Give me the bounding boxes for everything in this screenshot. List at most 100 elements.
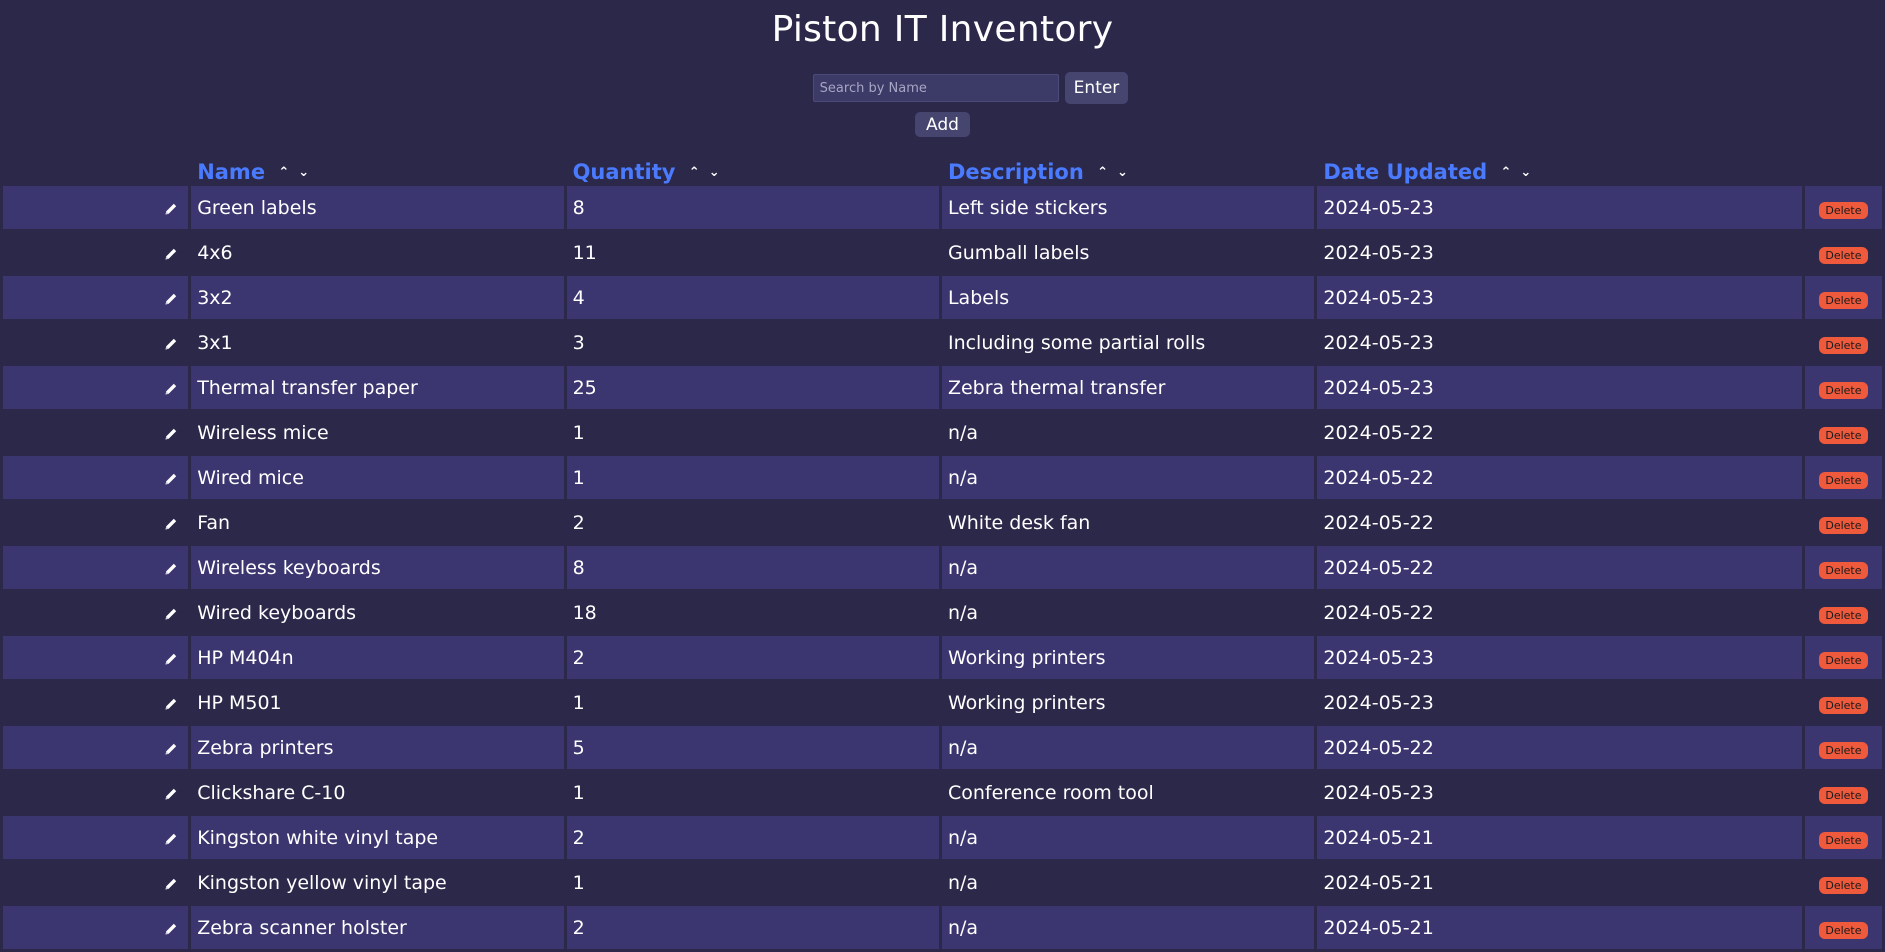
delete-cell: Delete bbox=[1805, 771, 1882, 814]
pencil-icon[interactable] bbox=[163, 200, 179, 216]
sort-ascending-icon[interactable]: ⌃ bbox=[1500, 165, 1511, 180]
search-input[interactable] bbox=[812, 74, 1059, 102]
edit-cell bbox=[3, 636, 189, 679]
pencil-icon[interactable] bbox=[163, 560, 179, 576]
pencil-icon[interactable] bbox=[163, 740, 179, 756]
name-cell: Green labels bbox=[191, 186, 564, 229]
date-cell: 2024-05-23 bbox=[1317, 186, 1802, 229]
quantity-cell: 4 bbox=[566, 276, 939, 319]
date-cell: 2024-05-21 bbox=[1317, 816, 1802, 859]
pencil-icon[interactable] bbox=[163, 920, 179, 936]
delete-button[interactable]: Delete bbox=[1819, 786, 1868, 804]
edit-cell bbox=[3, 546, 189, 589]
sort-ascending-icon[interactable]: ⌃ bbox=[278, 165, 289, 180]
pencil-icon[interactable] bbox=[163, 470, 179, 486]
description-cell: Gumball labels bbox=[947, 241, 1090, 264]
quantity-cell: 2 bbox=[566, 636, 939, 679]
sort-ascending-icon[interactable]: ⌃ bbox=[1097, 165, 1108, 180]
name-cell: Thermal transfer paper bbox=[191, 366, 564, 409]
column-header-label[interactable]: Quantity bbox=[573, 160, 676, 184]
edit-cell bbox=[3, 186, 189, 229]
delete-button[interactable]: Delete bbox=[1819, 201, 1868, 219]
date-cell: 2024-05-23 bbox=[1323, 691, 1434, 714]
description-cell: n/a bbox=[947, 421, 979, 444]
sort-descending-icon[interactable]: ⌄ bbox=[1117, 165, 1128, 180]
delete-button[interactable]: Delete bbox=[1819, 921, 1868, 939]
sort-descending-icon[interactable]: ⌄ bbox=[709, 165, 720, 180]
delete-button[interactable]: Delete bbox=[1819, 876, 1868, 894]
delete-button[interactable]: Delete bbox=[1819, 381, 1868, 399]
sort-descending-icon[interactable]: ⌄ bbox=[298, 165, 309, 180]
column-header-quantity: Quantity ⌃ ⌄ bbox=[567, 156, 939, 184]
pencil-icon[interactable] bbox=[163, 335, 179, 351]
description-cell: Including some partial rolls bbox=[947, 331, 1206, 354]
pencil-icon[interactable] bbox=[163, 695, 179, 711]
pencil-icon[interactable] bbox=[163, 380, 179, 396]
pencil-icon[interactable] bbox=[163, 515, 179, 531]
delete-button[interactable]: Delete bbox=[1819, 831, 1868, 849]
description-cell: n/a bbox=[941, 906, 1315, 949]
pencil-icon[interactable] bbox=[163, 290, 179, 306]
pencil-icon[interactable] bbox=[163, 830, 179, 846]
name-cell: Zebra scanner holster bbox=[191, 906, 564, 949]
pencil-icon[interactable] bbox=[163, 605, 179, 621]
delete-button[interactable]: Delete bbox=[1819, 741, 1868, 759]
date-cell: 2024-05-22 bbox=[1323, 511, 1434, 534]
quantity-cell: 3 bbox=[572, 331, 585, 354]
pencil-icon[interactable] bbox=[163, 425, 179, 441]
delete-cell: Delete bbox=[1804, 816, 1882, 859]
delete-cell: Delete bbox=[1804, 366, 1882, 409]
description-cell: Labels bbox=[941, 276, 1315, 319]
edit-cell bbox=[3, 366, 189, 409]
name-cell: Wired keyboards bbox=[197, 601, 357, 624]
add-button[interactable]: Add bbox=[915, 112, 970, 137]
quantity-cell: 1 bbox=[572, 871, 585, 894]
quantity-cell: 2 bbox=[572, 511, 585, 534]
column-header-label[interactable]: Date Updated bbox=[1323, 160, 1487, 184]
date-cell: 2024-05-22 bbox=[1317, 456, 1802, 499]
date-cell: 2024-05-23 bbox=[1317, 366, 1802, 409]
column-header-name: Name ⌃ ⌄ bbox=[191, 156, 563, 184]
pencil-icon[interactable] bbox=[163, 785, 179, 801]
delete-cell: Delete bbox=[1805, 231, 1882, 274]
edit-cell bbox=[3, 411, 188, 454]
delete-button[interactable]: Delete bbox=[1819, 426, 1868, 444]
date-cell: 2024-05-21 bbox=[1323, 871, 1434, 894]
enter-button[interactable]: Enter bbox=[1064, 72, 1129, 104]
quantity-cell: 1 bbox=[572, 691, 585, 714]
description-cell: n/a bbox=[941, 546, 1315, 589]
quantity-cell: 2 bbox=[566, 906, 939, 949]
description-cell: n/a bbox=[947, 601, 979, 624]
quantity-cell: 1 bbox=[572, 781, 585, 804]
column-header-date-updated: Date Updated ⌃ ⌄ bbox=[1317, 156, 1802, 184]
description-cell: Left side stickers bbox=[941, 186, 1315, 229]
edit-cell bbox=[3, 456, 189, 499]
delete-button[interactable]: Delete bbox=[1819, 696, 1868, 714]
delete-button[interactable]: Delete bbox=[1819, 291, 1868, 309]
name-cell: HP M404n bbox=[191, 636, 564, 679]
sort-ascending-icon[interactable]: ⌃ bbox=[689, 165, 700, 180]
delete-button[interactable]: Delete bbox=[1819, 651, 1868, 669]
name-cell: Wireless mice bbox=[197, 421, 329, 444]
delete-button[interactable]: Delete bbox=[1819, 246, 1868, 264]
name-cell: Wireless keyboards bbox=[191, 546, 564, 589]
table-row: Green labels 8 Left side stickers 2024-05-2… bbox=[3, 186, 1882, 229]
table-row: 3x1 3 Including some partial rolls 2024-05-… bbox=[3, 321, 1882, 364]
sort-descending-icon[interactable]: ⌄ bbox=[1520, 165, 1531, 180]
delete-button[interactable]: Delete bbox=[1819, 516, 1868, 534]
edit-cell bbox=[3, 816, 189, 859]
column-header-label[interactable]: Name bbox=[197, 160, 265, 184]
quantity-cell: 5 bbox=[566, 726, 939, 769]
pencil-icon[interactable] bbox=[163, 650, 179, 666]
column-header-label[interactable]: Description bbox=[948, 160, 1084, 184]
quantity-cell: 11 bbox=[572, 241, 597, 264]
delete-cell: Delete bbox=[1805, 321, 1882, 364]
delete-button[interactable]: Delete bbox=[1819, 471, 1868, 489]
delete-button[interactable]: Delete bbox=[1819, 606, 1868, 624]
name-cell: Fan bbox=[197, 511, 231, 534]
delete-button[interactable]: Delete bbox=[1819, 561, 1868, 579]
delete-button[interactable]: Delete bbox=[1819, 336, 1868, 354]
pencil-icon[interactable] bbox=[163, 875, 179, 891]
date-cell: 2024-05-23 bbox=[1323, 241, 1434, 264]
pencil-icon[interactable] bbox=[163, 245, 179, 261]
